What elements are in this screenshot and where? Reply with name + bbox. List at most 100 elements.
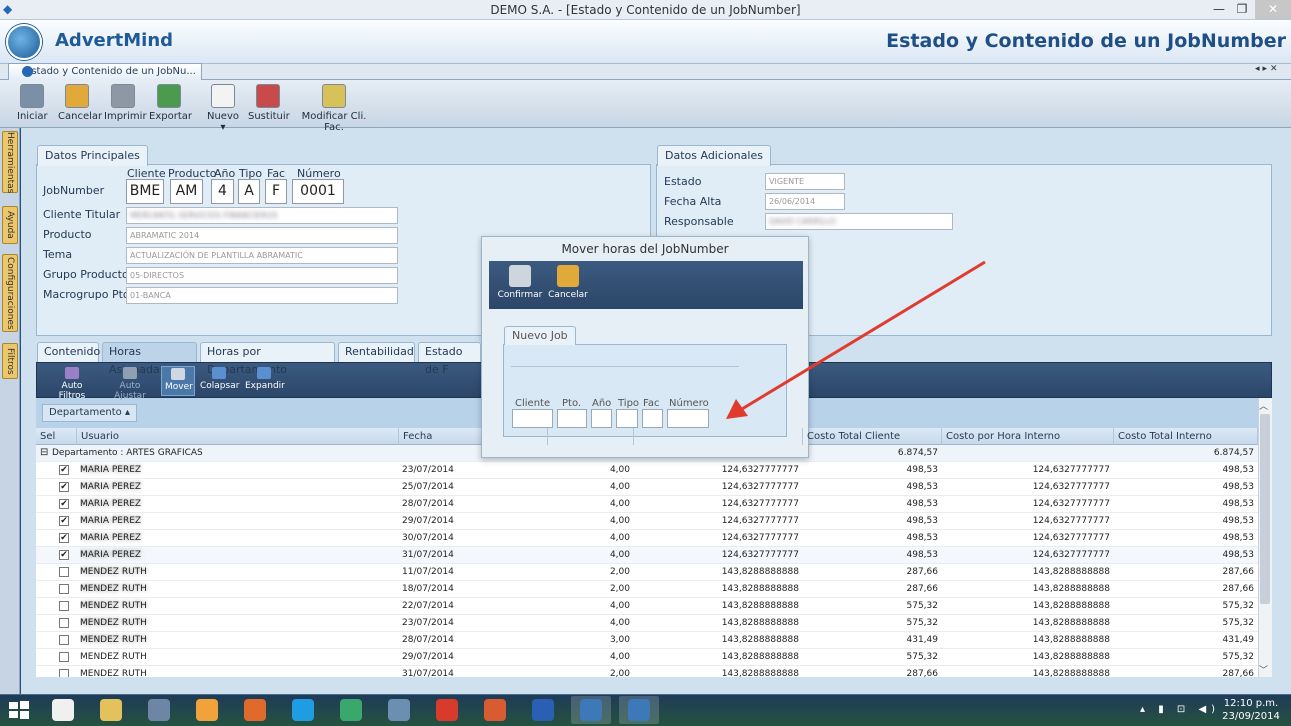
grid-toolbar-button-4[interactable]: Expandir (242, 366, 286, 396)
restore-button[interactable]: ❐ (1228, 0, 1256, 19)
column-header-7[interactable]: Costo Total Interno (1114, 428, 1258, 445)
toolbar-button-4[interactable]: Nuevo ▾ (205, 82, 241, 133)
principales-field-0[interactable]: MERCANTIL SERVICIOS FINANCIEROS (126, 207, 398, 224)
code-ano-field[interactable]: 4 (211, 179, 234, 204)
adicionales-field-1[interactable]: 26/06/2014 (765, 193, 845, 210)
grid-toolbar-button-2[interactable]: Mover (161, 366, 195, 396)
grid-toolbar-button-3[interactable]: Colapsar (197, 366, 241, 396)
sidebar-tab-filtros[interactable]: Filtros (2, 343, 18, 379)
code-tipo-field[interactable]: A (238, 179, 260, 204)
table-row[interactable]: MENDEZ RUTH 29/07/2014 4,00 143,8288888888 5… (36, 649, 1258, 666)
row-select-checkbox[interactable] (59, 652, 69, 662)
group-by-departamento-chip[interactable]: Departamento ▴ (42, 404, 137, 422)
row-select-checkbox[interactable] (59, 618, 69, 628)
tab-3[interactable]: Rentabilidad (338, 342, 415, 362)
sidebar-tab-configuraciones[interactable]: Configuraciones (2, 254, 18, 332)
adicionales-field-2[interactable]: DAVID CARRILLO (765, 213, 953, 230)
row-select-checkbox[interactable] (59, 669, 69, 677)
row-select-checkbox[interactable] (59, 584, 69, 594)
table-row[interactable]: ✔ MARIA PEREZ 30/07/2014 4,00 124,6327777777… (36, 530, 1258, 547)
tab-1[interactable]: Horas Asignadas (102, 342, 197, 376)
grid-scroll-thumb[interactable] (1260, 414, 1270, 604)
system-tray-icons[interactable]: ▴ ▮ ⊡ ◀) (1140, 704, 1220, 715)
taskbar-app-10[interactable] (523, 696, 563, 724)
taskbar-app-1[interactable] (91, 696, 131, 724)
code-cliente-field[interactable]: BME (126, 179, 164, 204)
row-select-checkbox[interactable] (59, 635, 69, 645)
nuevo-fac-input[interactable] (642, 409, 663, 428)
tab-2[interactable]: Horas por Departamento (200, 342, 335, 376)
row-select-checkbox[interactable]: ✔ (59, 550, 69, 560)
table-row[interactable]: MENDEZ RUTH 11/07/2014 2,00 143,8288888888 2… (36, 564, 1258, 581)
document-tab[interactable]: Estado y Contenido de un JobNu... (8, 63, 202, 80)
row-select-checkbox[interactable]: ✔ (59, 482, 69, 492)
row-select-checkbox[interactable] (59, 567, 69, 577)
table-row[interactable]: MENDEZ RUTH 23/07/2014 4,00 143,8288888888 5… (36, 615, 1258, 632)
nuevo-ano-input[interactable] (591, 409, 612, 428)
nuevo-numero-input[interactable] (667, 409, 709, 428)
taskbar-clock[interactable]: 12:10 p.m. 23/09/2014 (1215, 697, 1287, 723)
code-fac-field[interactable]: F (265, 179, 287, 204)
nuevo-tipo-input[interactable] (616, 409, 638, 428)
taskbar-app-4[interactable] (235, 696, 275, 724)
taskbar-app-2[interactable] (139, 696, 179, 724)
sidebar-tab-herramientas[interactable]: Herramientas (2, 131, 18, 193)
row-select-checkbox[interactable]: ✔ (59, 533, 69, 543)
table-row[interactable]: ✔ MARIA PEREZ 29/07/2014 4,00 124,6327777777… (36, 513, 1258, 530)
toolbar-button-3[interactable]: Exportar (149, 82, 192, 126)
column-header-6[interactable]: Costo por Hora Interno (942, 428, 1114, 445)
taskbar-app-7[interactable] (379, 696, 419, 724)
toolbar-button-2[interactable]: Imprimir (104, 82, 147, 126)
taskbar-app-5[interactable] (283, 696, 323, 724)
close-button[interactable]: ✕ (1255, 0, 1291, 19)
principales-field-1[interactable]: ABRAMATIC 2014 (126, 227, 398, 244)
taskbar-app-6[interactable] (331, 696, 371, 724)
dialog-cancel-button[interactable]: Cancelar (546, 265, 590, 300)
toolbar-button-5[interactable]: Sustituir (248, 82, 290, 126)
nuevo-pto-input[interactable] (557, 409, 587, 428)
row-select-checkbox[interactable]: ✔ (59, 465, 69, 475)
start-button-icon[interactable] (8, 700, 30, 720)
taskbar-app-0[interactable] (43, 696, 83, 724)
row-select-checkbox[interactable]: ✔ (59, 499, 69, 509)
taskbar-app-9[interactable] (475, 696, 515, 724)
row-select-checkbox[interactable]: ✔ (59, 516, 69, 526)
taskbar-app-8[interactable] (427, 696, 467, 724)
tab-0[interactable]: Contenido (37, 342, 100, 362)
principales-field-3[interactable]: 05-DIRECTOS (126, 267, 398, 284)
scroll-up-icon[interactable]: ︿ (1259, 399, 1268, 412)
dialog-confirm-button[interactable]: Confirmar (497, 265, 543, 300)
column-header-0[interactable]: Sel (36, 428, 77, 445)
column-header-2[interactable]: Fecha (399, 428, 548, 445)
tab-scroll-close-controls[interactable]: ◂▸✕ (1255, 64, 1281, 74)
tab-4[interactable]: Estado de F (418, 342, 481, 376)
column-header-3[interactable] (548, 428, 634, 445)
table-row[interactable]: ✔ MARIA PEREZ 23/07/2014 4,00 124,6327777777… (36, 462, 1258, 479)
toolbar-button-1[interactable]: Cancelar (58, 82, 102, 126)
table-row[interactable]: ✔ MARIA PEREZ 25/07/2014 4,00 124,6327777777… (36, 479, 1258, 496)
adicionales-field-0[interactable]: VIGENTE (765, 173, 845, 190)
grid-toolbar-button-0[interactable]: Auto Filtros (44, 366, 100, 401)
principales-field-2[interactable]: ACTUALIZACIÓN DE PLANTILLA ABRAMATIC (126, 247, 398, 264)
code-producto-field[interactable]: AM (170, 179, 203, 204)
taskbar-app-11[interactable] (571, 696, 611, 724)
scroll-down-icon[interactable]: ﹀ (1259, 663, 1268, 676)
nuevo-cliente-input[interactable] (512, 409, 553, 428)
sidebar-tab-ayuda[interactable]: Ayuda (2, 206, 18, 244)
taskbar-app-12[interactable] (619, 696, 659, 724)
table-row[interactable]: ✔ MARIA PEREZ 31/07/2014 4,00 124,6327777777… (36, 547, 1258, 564)
taskbar-app-3[interactable] (187, 696, 227, 724)
row-select-checkbox[interactable] (59, 601, 69, 611)
group-collapse-icon[interactable]: ⊟ (40, 445, 50, 461)
principales-field-4[interactable]: 01-BANCA (126, 287, 398, 304)
column-header-4[interactable] (634, 428, 803, 445)
table-row[interactable]: MENDEZ RUTH 18/07/2014 2,00 143,8288888888 2… (36, 581, 1258, 598)
column-header-1[interactable]: Usuario (77, 428, 399, 445)
table-row[interactable]: MENDEZ RUTH 28/07/2014 3,00 143,8288888888 4… (36, 632, 1258, 649)
table-row[interactable]: MENDEZ RUTH 31/07/2014 2,00 143,8288888888 2… (36, 666, 1258, 677)
toolbar-button-6[interactable]: Modificar Cli. Fac. (294, 82, 374, 133)
table-row[interactable]: MENDEZ RUTH 22/07/2014 4,00 143,8288888888 5… (36, 598, 1258, 615)
code-numero-field[interactable]: 0001 (292, 179, 344, 204)
table-row[interactable]: ✔ MARIA PEREZ 28/07/2014 4,00 124,6327777777… (36, 496, 1258, 513)
column-header-5[interactable]: Costo Total Cliente (803, 428, 942, 445)
